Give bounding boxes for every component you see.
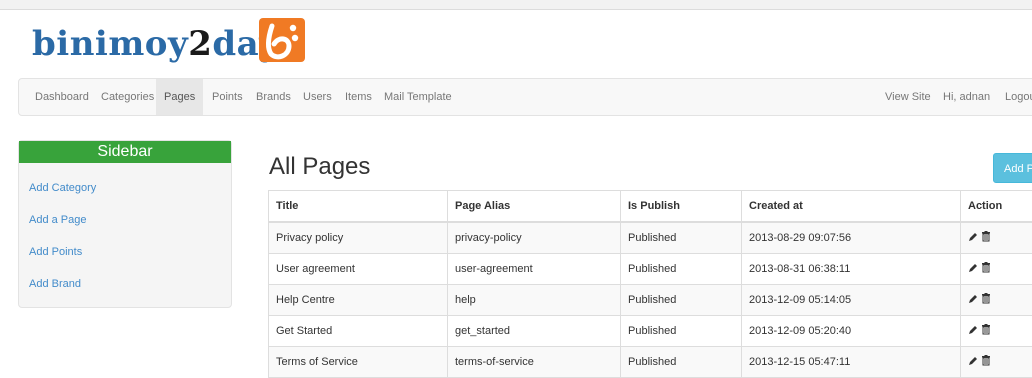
nav-categories[interactable]: Categories [93,79,162,115]
add-page-button[interactable]: Add Pa [993,153,1032,183]
sidebar: Sidebar Add Category Add a Page Add Poin… [18,140,232,308]
nav-items[interactable]: Items [337,79,380,115]
table-row: Privacy policy privacy-policy Published … [269,222,1032,254]
page-title: All Pages [269,153,370,181]
cell-created-at: 2013-08-31 06:38:11 [742,254,961,285]
logo-mark-icon [259,18,305,62]
cell-created-at: 2013-12-15 05:47:11 [742,347,961,378]
cell-is-publish: Published [621,222,742,254]
cell-title: User agreement [269,254,448,285]
pencil-icon[interactable] [968,325,978,338]
cell-action [961,222,1032,254]
cell-created-at: 2013-12-09 05:14:05 [742,285,961,316]
cell-is-publish: Published [621,285,742,316]
sidebar-link-add-page[interactable]: Add a Page [29,214,87,226]
table-header-row: Title Page Alias Is Publish Created at A… [269,191,1032,223]
table-row: Get Started get_started Published 2013-1… [269,316,1032,347]
nav-points[interactable]: Points [204,79,251,115]
cell-created-at: 2013-12-09 05:20:40 [742,316,961,347]
cell-action [961,285,1032,316]
sidebar-link-add-points[interactable]: Add Points [29,246,82,258]
table-row: User agreement user-agreement Published … [269,254,1032,285]
pencil-icon[interactable] [968,263,978,276]
nav-users[interactable]: Users [295,79,340,115]
cell-page-alias: privacy-policy [448,222,621,254]
browser-top-strip [0,0,1032,10]
cell-page-alias: get_started [448,316,621,347]
cell-is-publish: Published [621,254,742,285]
col-header-created-at[interactable]: Created at [742,191,961,223]
col-header-action: Action [961,191,1032,223]
pencil-icon[interactable] [968,294,978,307]
cell-action [961,347,1032,378]
top-navbar: Dashboard Categories Pages Points Brands… [18,78,1032,116]
cell-action [961,316,1032,347]
cell-is-publish: Published [621,347,742,378]
cell-title: Terms of Service [269,347,448,378]
pencil-icon[interactable] [968,232,978,245]
trash-icon[interactable] [981,231,991,245]
cell-page-alias: user-agreement [448,254,621,285]
logo-text: binimoy2day [32,24,279,64]
col-header-title[interactable]: Title [269,191,448,223]
cell-title: Privacy policy [269,222,448,254]
cell-created-at: 2013-08-29 09:07:56 [742,222,961,254]
col-header-page-alias[interactable]: Page Alias [448,191,621,223]
table-row: Help Centre help Published 2013-12-09 05… [269,285,1032,316]
trash-icon[interactable] [981,262,991,276]
nav-mail-template[interactable]: Mail Template [376,79,460,115]
nav-user-greeting[interactable]: Hi, adnan [935,79,998,115]
trash-icon[interactable] [981,355,991,369]
cell-page-alias: help [448,285,621,316]
nav-view-site[interactable]: View Site [877,79,939,115]
trash-icon[interactable] [981,293,991,307]
table-row: Terms of Service terms-of-service Publis… [269,347,1032,378]
nav-pages[interactable]: Pages [156,79,203,115]
nav-dashboard[interactable]: Dashboard [27,79,97,115]
sidebar-title: Sidebar [19,141,231,163]
trash-icon[interactable] [981,324,991,338]
cell-title: Get Started [269,316,448,347]
pencil-icon[interactable] [968,356,978,369]
sidebar-link-add-brand[interactable]: Add Brand [29,278,81,290]
cell-page-alias: terms-of-service [448,347,621,378]
cell-action [961,254,1032,285]
pages-table: Title Page Alias Is Publish Created at A… [268,190,1032,378]
sidebar-link-add-category[interactable]: Add Category [29,182,96,194]
col-header-is-publish[interactable]: Is Publish [621,191,742,223]
cell-title: Help Centre [269,285,448,316]
nav-logout[interactable]: Logou [997,79,1032,115]
nav-brands[interactable]: Brands [248,79,299,115]
cell-is-publish: Published [621,316,742,347]
